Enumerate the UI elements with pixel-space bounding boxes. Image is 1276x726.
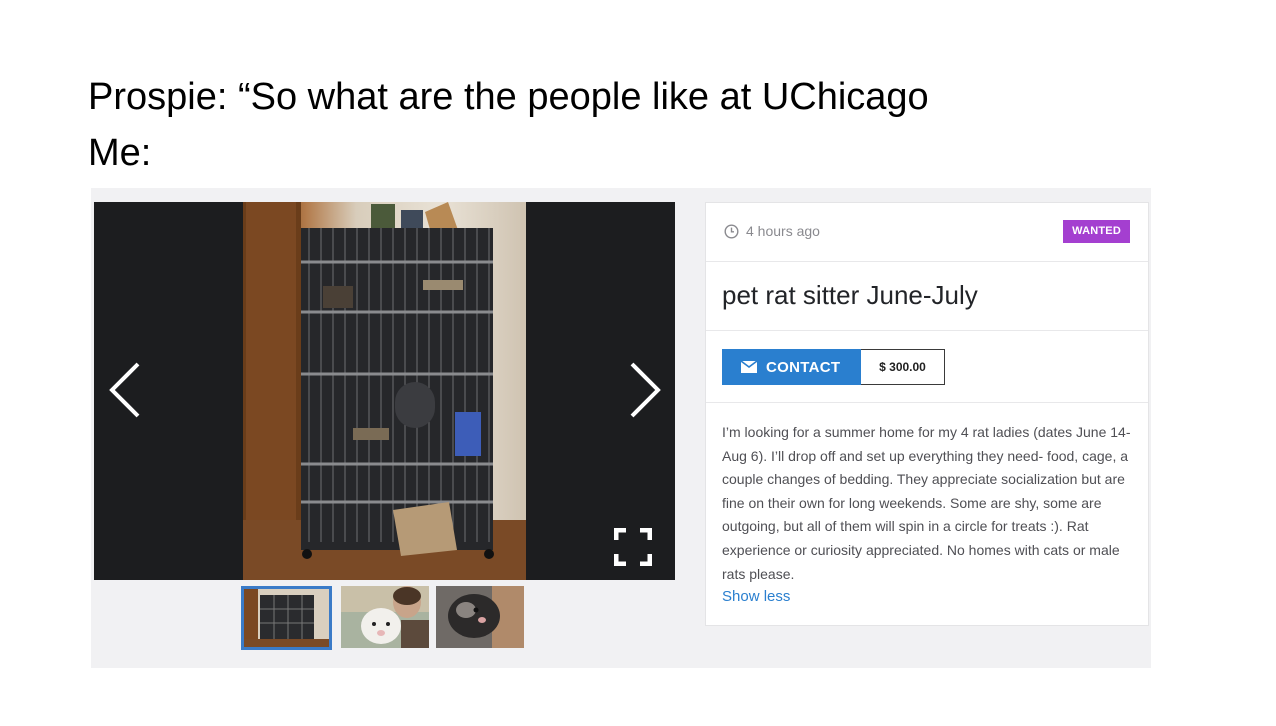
show-less-link[interactable]: Show less bbox=[722, 588, 790, 605]
meme-caption-line-1: Prospie: “So what are the people like at… bbox=[88, 76, 929, 118]
fullscreen-button[interactable] bbox=[613, 527, 653, 567]
cage-thumbnail[interactable] bbox=[241, 586, 332, 650]
fullscreen-icon bbox=[613, 527, 653, 567]
contact-button-label: CONTACT bbox=[766, 358, 841, 376]
listing-actions: CONTACT $ 300.00 bbox=[706, 331, 1148, 403]
listing-description: I’m looking for a summer home for my 4 r… bbox=[722, 424, 1131, 582]
wanted-badge: WANTED bbox=[1063, 220, 1130, 243]
listing-screenshot: 4 hours ago WANTED pet rat sitter June-J… bbox=[91, 188, 1151, 668]
price-tag: $ 300.00 bbox=[861, 349, 945, 385]
previous-image-button[interactable] bbox=[106, 360, 146, 420]
chevron-right-icon bbox=[630, 362, 661, 418]
chevron-left-icon bbox=[109, 362, 140, 418]
listing-title: pet rat sitter June-July bbox=[722, 280, 978, 310]
posted-time: 4 hours ago bbox=[724, 223, 820, 239]
rat-cage-photo bbox=[243, 202, 526, 580]
listing-title-row: pet rat sitter June-July bbox=[706, 262, 1148, 331]
envelope-icon bbox=[741, 361, 757, 373]
listing-meta: 4 hours ago WANTED bbox=[706, 203, 1148, 262]
clock-icon bbox=[724, 223, 739, 239]
white-rat-thumbnail[interactable] bbox=[341, 586, 429, 648]
dark-rat-thumbnail[interactable] bbox=[436, 586, 524, 648]
meme-caption-line-2: Me: bbox=[88, 132, 152, 174]
next-image-button[interactable] bbox=[624, 360, 664, 420]
listing-card: 4 hours ago WANTED pet rat sitter June-J… bbox=[705, 202, 1149, 626]
contact-button[interactable]: CONTACT bbox=[722, 349, 862, 385]
image-gallery bbox=[94, 202, 675, 580]
posted-time-label: 4 hours ago bbox=[746, 223, 820, 239]
